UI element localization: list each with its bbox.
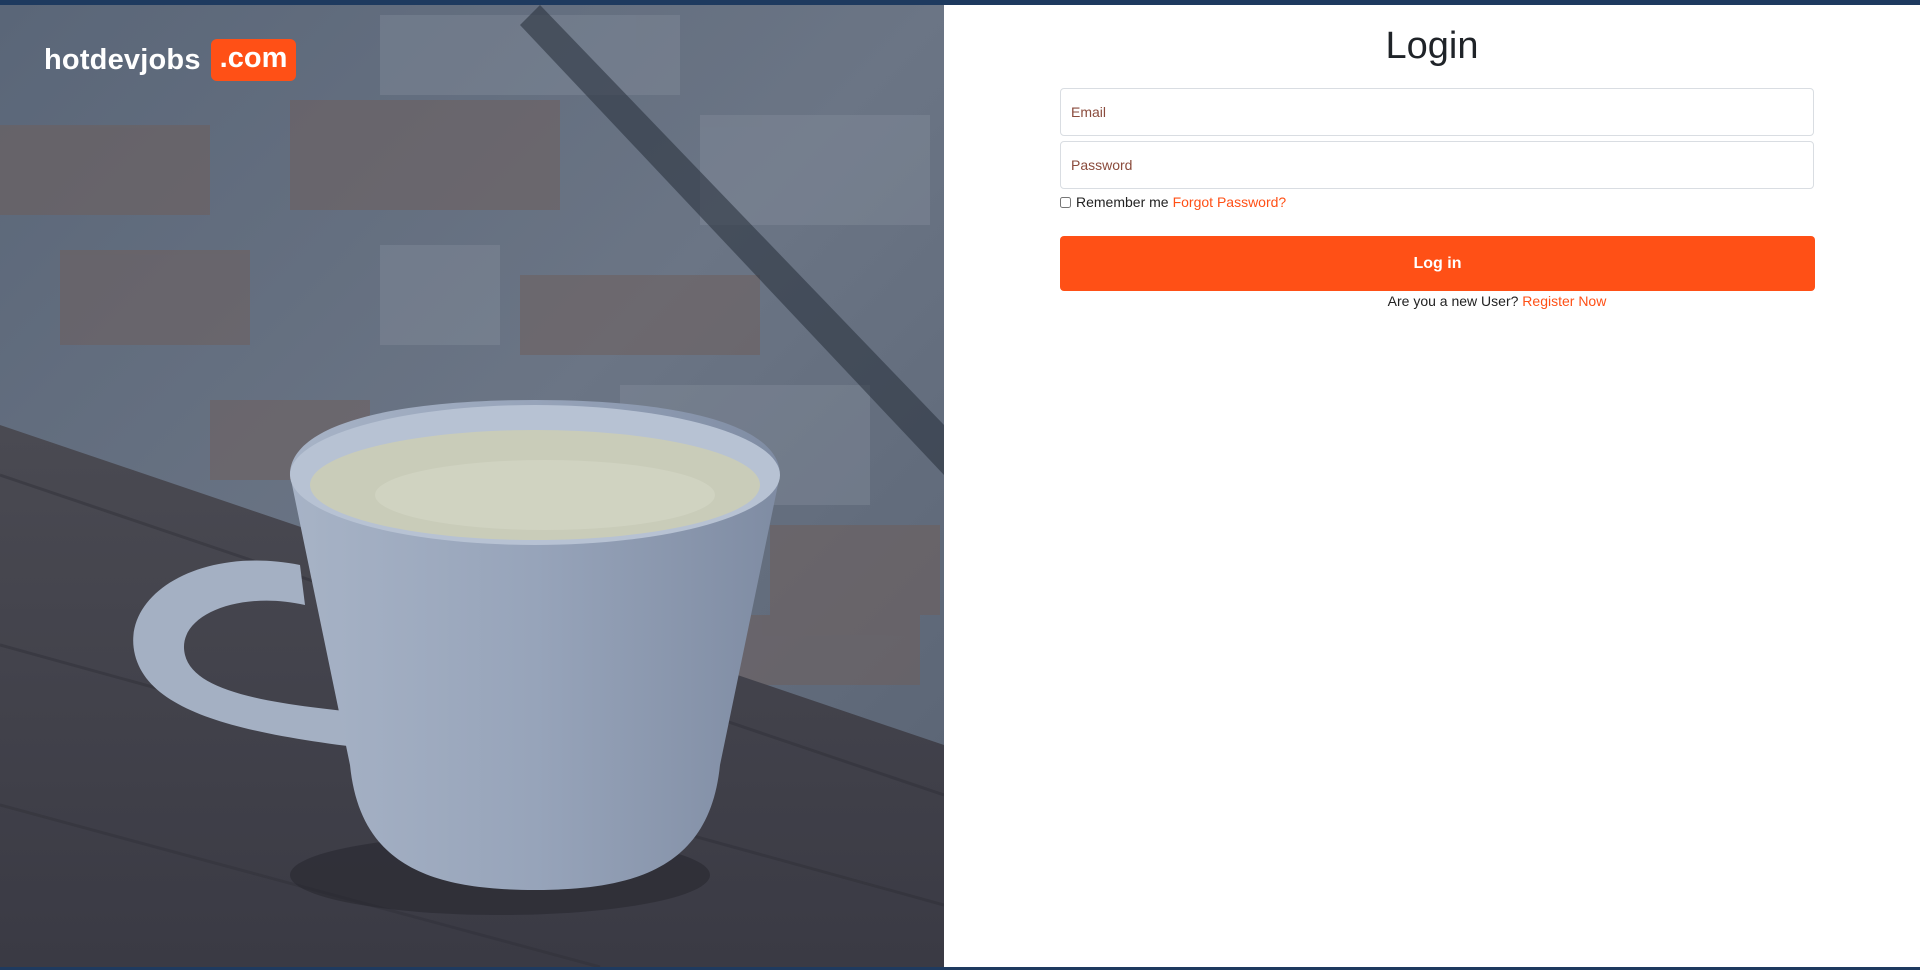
forgot-password-link[interactable]: Forgot Password? — [1173, 194, 1287, 210]
brand-name: hotdevjobs — [44, 43, 201, 76]
remember-row: Remember me Forgot Password? — [1060, 194, 1286, 210]
remember-me-checkbox[interactable] — [1060, 196, 1071, 208]
register-prompt: Are you a new User? Register Now — [944, 293, 1920, 309]
register-now-link[interactable]: Register Now — [1522, 293, 1606, 309]
hero-image: hotdevjobs .com — [0, 5, 944, 967]
brand-logo[interactable]: hotdevjobs .com — [44, 39, 297, 81]
login-panel: Login Remember me Forgot Password? Log i… — [944, 5, 1920, 967]
brand-tld-badge: .com — [210, 39, 297, 81]
new-user-text: Are you a new User? — [1387, 293, 1519, 309]
password-field[interactable] — [1060, 141, 1814, 189]
page-title: Login — [1385, 25, 1479, 67]
email-field[interactable] — [1060, 88, 1814, 136]
login-button[interactable]: Log in — [1060, 236, 1815, 291]
remember-me-label: Remember me — [1076, 194, 1169, 210]
